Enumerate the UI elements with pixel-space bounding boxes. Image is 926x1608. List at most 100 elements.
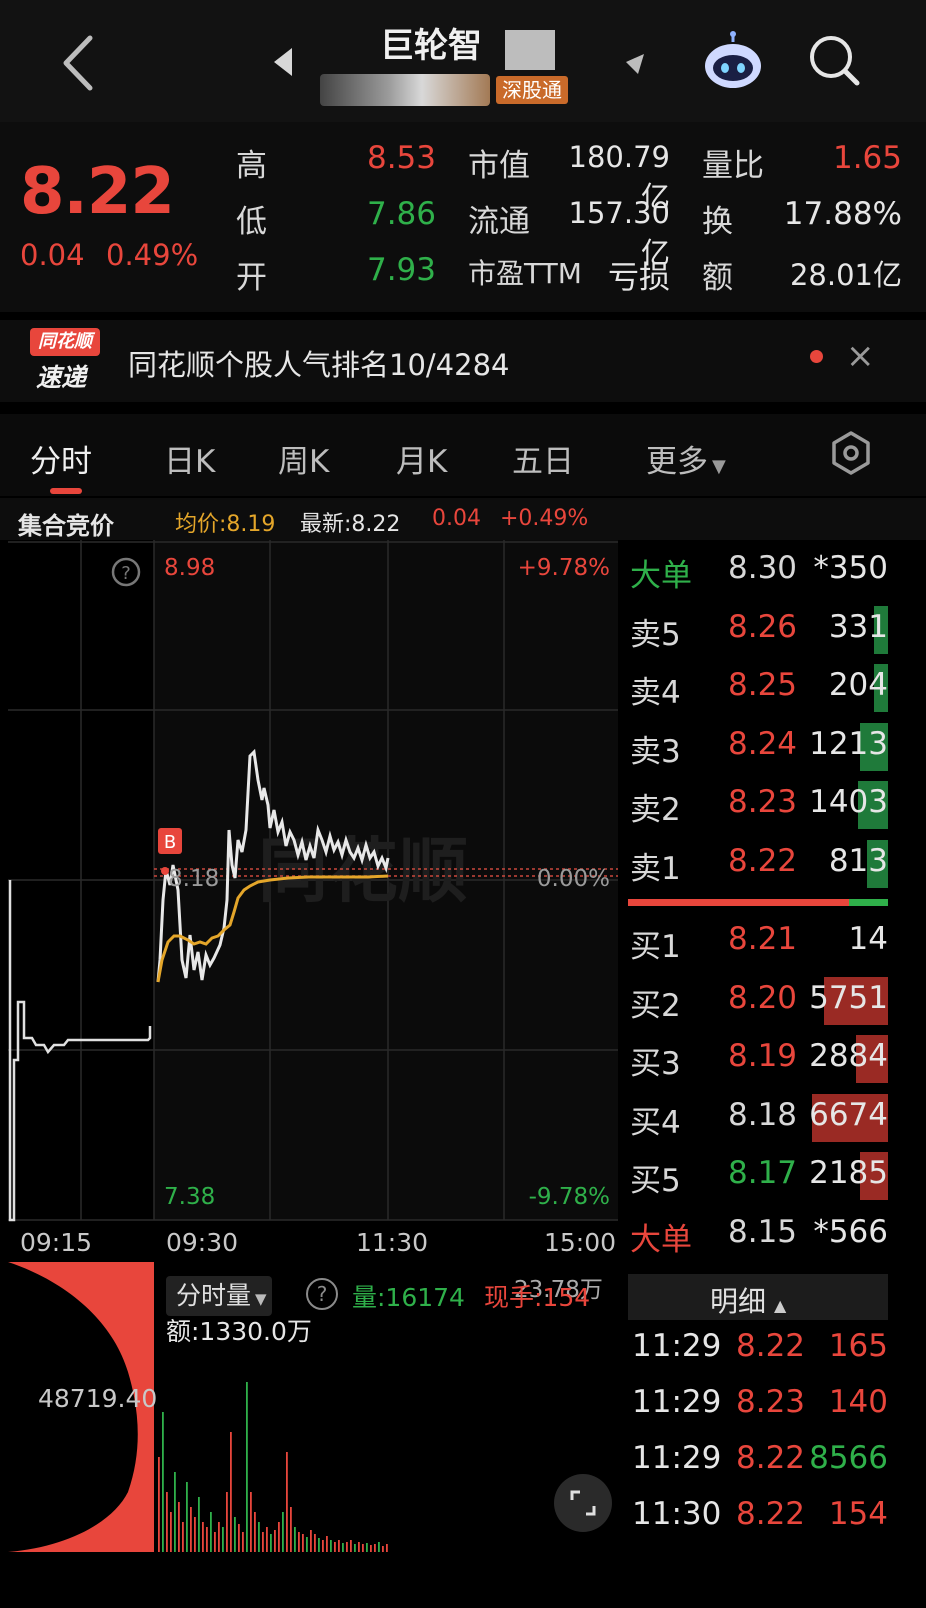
- volume-quantity: 量:16174: [352, 1283, 465, 1312]
- auction-label[interactable]: 集合竞价: [18, 506, 114, 541]
- volume-bar: [190, 1507, 192, 1552]
- news-logo: 同花顺 速递: [30, 328, 100, 392]
- volume-bar: [238, 1524, 240, 1552]
- search-icon[interactable]: [806, 32, 862, 88]
- y-ref-percent: 0.00%: [537, 866, 610, 892]
- unread-dot: [810, 350, 823, 363]
- tab-more-label: 更多: [646, 444, 708, 480]
- bid-row[interactable]: 买4 8.18 6674: [624, 1089, 888, 1147]
- time-label-1130: 11:30: [356, 1228, 429, 1257]
- ask-row[interactable]: 卖3 8.24 1213: [624, 718, 888, 776]
- y-top-percent: +9.78%: [518, 555, 610, 581]
- detail-volume: 165: [828, 1328, 888, 1364]
- big-buy-row[interactable]: 大单 8.15 *566: [624, 1206, 888, 1264]
- volume-bar: [306, 1537, 308, 1552]
- volume-bar: [338, 1540, 340, 1552]
- volume-bar: [266, 1527, 268, 1552]
- volume-bar: [374, 1544, 376, 1552]
- ask-row[interactable]: 卖2 8.23 1403: [624, 776, 888, 834]
- detail-row[interactable]: 11:29 8.23 140: [632, 1384, 888, 1440]
- volume-bar: [262, 1532, 264, 1552]
- bid-row[interactable]: 买1 8.21 14: [624, 913, 888, 971]
- volume-help-icon[interactable]: ?: [306, 1278, 338, 1310]
- stock-name: 巨轮智: [380, 26, 482, 66]
- tab-five-day[interactable]: 五日: [512, 436, 574, 481]
- volume-bar: [302, 1534, 304, 1552]
- connect-badge: 深股通: [496, 76, 568, 104]
- bid-row[interactable]: 买2 8.20 5751: [624, 972, 888, 1030]
- level-label: 买5: [630, 1163, 681, 1199]
- detail-time: 11:29: [632, 1328, 722, 1364]
- volume-indicator-select[interactable]: 分时量 ▼: [166, 1276, 272, 1316]
- tab-more[interactable]: 更多 ▼: [646, 436, 726, 481]
- time-label-1500: 15:00: [544, 1228, 617, 1257]
- level-price: 8.18: [728, 1096, 798, 1133]
- price-change: 0.04: [20, 238, 85, 272]
- level-volume: 813: [828, 842, 888, 879]
- active-tab-indicator: [50, 488, 82, 494]
- dropdown-triangle-icon: ▼: [255, 1290, 267, 1308]
- volume-bar: [366, 1543, 368, 1552]
- expand-icon: [570, 1490, 596, 1516]
- y-top-price: 8.98: [164, 555, 215, 581]
- level-volume: *566: [813, 1213, 888, 1250]
- detail-title[interactable]: 明细 ▲: [710, 1280, 786, 1320]
- big-sell-row[interactable]: 大单 8.30 *350: [624, 542, 888, 600]
- level-price: 8.17: [728, 1155, 798, 1191]
- volume-bar: [290, 1507, 292, 1552]
- level-label: 卖4: [630, 675, 681, 711]
- level-label: 大单: [630, 1221, 692, 1258]
- volume-ratio-value: 1.65: [832, 140, 902, 176]
- volume-bar: [206, 1527, 208, 1552]
- tab-monthly-k[interactable]: 月K: [396, 436, 447, 481]
- prev-stock-button[interactable]: [268, 42, 298, 82]
- volume-bar: [242, 1532, 244, 1552]
- level-price: 8.15: [728, 1213, 798, 1250]
- ask-row[interactable]: 卖5 8.26 331: [624, 601, 888, 659]
- back-arrow-icon: [63, 35, 93, 91]
- volume-bar: [174, 1472, 176, 1552]
- volume-bar: [250, 1492, 252, 1552]
- sort-up-icon: ▲: [774, 1296, 787, 1315]
- robot-assistant-icon[interactable]: [700, 30, 766, 92]
- volume-bar: [318, 1538, 320, 1552]
- low-label: 低: [236, 204, 267, 240]
- volume-bar: [386, 1544, 388, 1552]
- next-stock-button[interactable]: [620, 50, 650, 90]
- tab-daily-k[interactable]: 日K: [164, 436, 215, 481]
- level-price: 8.19: [728, 1038, 798, 1074]
- news-logo-bottom: 速递: [36, 363, 87, 392]
- detail-volume: 154: [828, 1496, 888, 1532]
- ask-row[interactable]: 卖4 8.25 204: [624, 659, 888, 717]
- detail-row[interactable]: 11:29 8.22 165: [632, 1328, 888, 1384]
- bid-row[interactable]: 买5 8.17 2185: [624, 1147, 888, 1205]
- volume-indicator-label: 分时量: [176, 1281, 252, 1310]
- bid-row[interactable]: 买3 8.19 2884: [624, 1030, 888, 1088]
- auction-volume-value: 48719.40: [38, 1384, 158, 1413]
- volume-bar: [222, 1527, 224, 1552]
- detail-row[interactable]: 11:29 8.22 8566: [632, 1440, 888, 1496]
- intraday-chart[interactable]: 同花顺 B ? 8.98 7.38 +9.78% -9.78% 8.18 0.0…: [8, 540, 618, 1260]
- tab-weekly-k[interactable]: 周K: [278, 436, 329, 481]
- volume-bar: [382, 1546, 384, 1552]
- y-ref-price: 8.18: [168, 866, 219, 892]
- volume-bar: [218, 1522, 220, 1552]
- detail-row[interactable]: 11:30 8.22 154: [632, 1496, 888, 1552]
- volume-bar: [178, 1502, 180, 1552]
- level-volume: 6674: [809, 1096, 888, 1133]
- open-label: 开: [236, 260, 267, 296]
- volume-bar: [282, 1512, 284, 1552]
- tab-intraday[interactable]: 分时: [30, 436, 92, 481]
- ask-row[interactable]: 卖1 8.22 813: [624, 835, 888, 893]
- news-close-button[interactable]: ×: [846, 336, 875, 376]
- back-button[interactable]: [50, 28, 110, 98]
- volume-bar: [254, 1512, 256, 1552]
- buy-marker-label: B: [164, 832, 176, 853]
- expand-button[interactable]: [554, 1474, 612, 1532]
- level-volume: 5751: [809, 979, 888, 1016]
- settings-icon[interactable]: [828, 430, 874, 476]
- level-label: 卖3: [630, 733, 681, 770]
- high-value: 8.53: [366, 140, 436, 176]
- volume-bar: [230, 1432, 232, 1552]
- detail-volume: 8566: [809, 1440, 888, 1476]
